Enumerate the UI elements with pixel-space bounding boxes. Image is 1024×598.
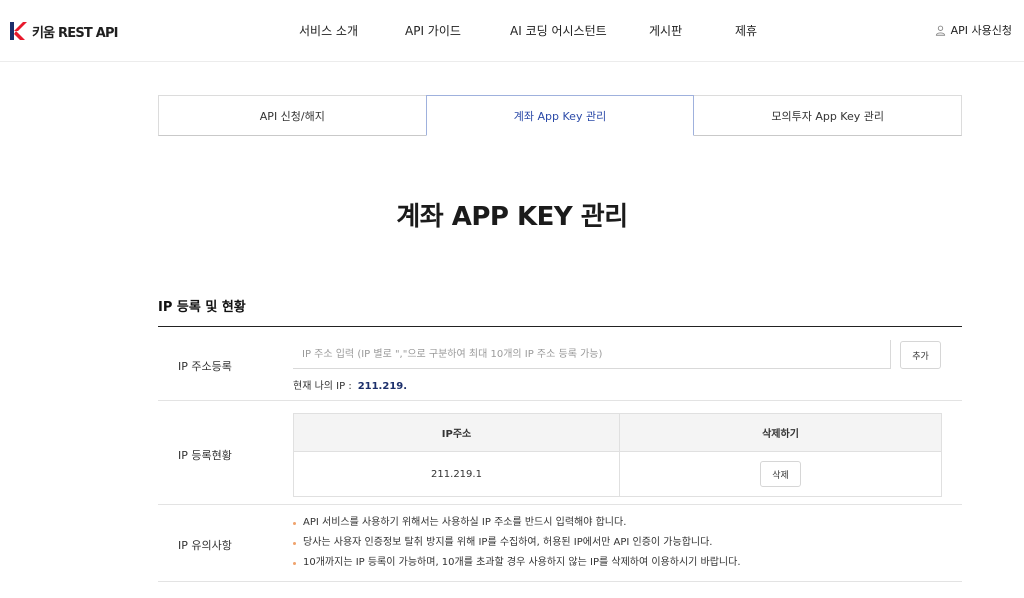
my-ip-label: 현재 나의 IP : [293, 381, 352, 392]
row-divider [158, 504, 962, 505]
delete-cell: 삭제 [619, 451, 942, 497]
column-header-ip: IP주소 [293, 413, 620, 452]
ip-notice-list: API 서비스를 사용하기 위해서는 사용하실 IP 주소를 반드시 입력해야 … [293, 516, 741, 576]
delete-ip-button[interactable]: 삭제 [760, 461, 801, 487]
section-title: IP 등록 및 현황 [158, 300, 246, 315]
page-title: 계좌 APP KEY 관리 [396, 202, 628, 232]
nav-board[interactable]: 게시판 [649, 22, 682, 39]
tab-bar: API 신청/해지 계좌 App Key 관리 모의투자 App Key 관리 [158, 95, 963, 136]
ip-cell: 211.219.1 [293, 451, 620, 497]
tab-mock-app-key[interactable]: 모의투자 App Key 관리 [693, 95, 963, 136]
row-divider [158, 581, 962, 582]
nav-ai-assistant[interactable]: AI 코딩 어시스턴트 [510, 22, 607, 39]
row-divider [158, 400, 962, 401]
tab-api-apply[interactable]: API 신청/해지 [158, 95, 427, 136]
notice-item: 10개까지는 IP 등록이 가능하며, 10개를 초과할 경우 사용하지 않는 … [293, 556, 741, 576]
column-header-delete: 삭제하기 [619, 413, 942, 452]
logo-text: 키움 REST API [32, 25, 119, 41]
ip-status-table: IP주소 삭제하기 211.219.1 삭제 [293, 413, 942, 497]
ip-address-input[interactable] [293, 340, 891, 369]
tab-account-app-key[interactable]: 계좌 App Key 관리 [425, 95, 695, 136]
table-header-row: IP주소 삭제하기 [293, 413, 942, 452]
nav-partnership[interactable]: 제휴 [735, 22, 757, 39]
top-header: 키움 REST API 서비스 소개 API 가이드 AI 코딩 어시스턴트 게… [0, 0, 1024, 62]
section-divider [158, 326, 962, 327]
ip-notice-label: IP 유의사항 [178, 539, 232, 552]
nav-api-guide[interactable]: API 가이드 [405, 22, 461, 39]
logo[interactable]: 키움 REST API [8, 18, 119, 44]
api-apply-link[interactable]: API 사용신청 [935, 22, 1012, 38]
api-apply-label: API 사용신청 [950, 24, 1012, 37]
kiwoom-logo-icon [10, 22, 27, 40]
notice-item: 당사는 사용자 인증정보 탈취 방지를 위해 IP를 수집하여, 허용된 IP에… [293, 536, 741, 556]
notice-item: API 서비스를 사용하기 위해서는 사용하실 IP 주소를 반드시 입력해야 … [293, 516, 741, 536]
ip-status-label: IP 등록현황 [178, 449, 232, 462]
ip-register-label: IP 주소등록 [178, 360, 232, 373]
my-ip-value: 211.219. [357, 381, 408, 392]
add-ip-button[interactable]: 추가 [900, 341, 941, 369]
user-icon [935, 25, 945, 36]
table-row: 211.219.1 삭제 [293, 451, 942, 497]
my-ip-info: 현재 나의 IP : 211.219. [293, 377, 407, 392]
nav-service-intro[interactable]: 서비스 소개 [299, 22, 358, 39]
